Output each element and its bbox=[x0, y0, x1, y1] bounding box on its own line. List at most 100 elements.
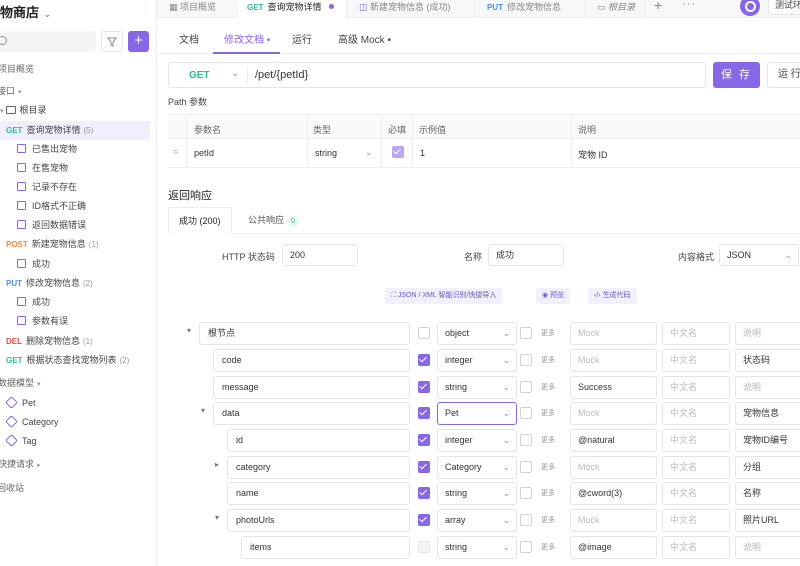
description-input[interactable]: 说明 bbox=[735, 376, 800, 399]
more-button[interactable]: 更多 bbox=[541, 355, 555, 365]
sidebar-item-put-pet[interactable]: PUT 修改宠物信息 (2) bbox=[0, 274, 93, 293]
required-checkbox[interactable] bbox=[392, 146, 404, 158]
content-format-select[interactable]: JSON ⌄ bbox=[719, 244, 799, 266]
description-input[interactable]: 状态码 bbox=[735, 349, 800, 372]
description-input[interactable]: 照片URL bbox=[735, 509, 800, 532]
more-button[interactable]: 更多 bbox=[541, 435, 555, 445]
chinese-name-input[interactable]: 中文名 bbox=[662, 456, 730, 479]
field-type-select[interactable]: integer ⌄ bbox=[437, 429, 517, 452]
mock-input[interactable]: @cword(3) bbox=[570, 482, 657, 505]
generate-code-button[interactable]: ‹/› 生成代码 bbox=[588, 288, 637, 304]
description-input[interactable]: 名称 bbox=[735, 482, 800, 505]
status-code-input[interactable]: 200 bbox=[282, 244, 358, 266]
sidebar-case-available[interactable]: 在售宠物 bbox=[0, 159, 68, 178]
more-tabs-button[interactable]: ··· bbox=[682, 0, 696, 10]
sidebar-case-bad-id[interactable]: ID格式不正确 bbox=[0, 197, 86, 216]
sidebar-case-put-invalid[interactable]: 参数有误 bbox=[0, 312, 68, 331]
required-checkbox[interactable] bbox=[418, 381, 430, 393]
tab-put-pet[interactable]: PUT 修改宠物信息 bbox=[475, 0, 585, 18]
sidebar-case-bad-data[interactable]: 返回数据错误 bbox=[0, 216, 86, 235]
method-select[interactable]: GET bbox=[189, 70, 210, 81]
chinese-name-input[interactable]: 中文名 bbox=[662, 402, 730, 425]
description-input[interactable]: 说明 bbox=[735, 322, 800, 345]
tab-response-200[interactable]: 成功 (200) bbox=[168, 207, 232, 234]
sidebar-model-pet[interactable]: Pet bbox=[0, 394, 36, 413]
tab-overview[interactable]: ▦ 项目概览 bbox=[157, 0, 237, 18]
mock-input[interactable]: Mock bbox=[570, 349, 657, 372]
search-input[interactable] bbox=[0, 31, 96, 52]
sidebar-item-get-pet[interactable]: GET 查询宠物详情 (5) bbox=[0, 121, 150, 140]
required-checkbox[interactable] bbox=[418, 541, 430, 553]
required-checkbox[interactable] bbox=[418, 461, 430, 473]
chinese-name-input[interactable]: 中文名 bbox=[662, 509, 730, 532]
drag-handle-icon[interactable]: ≡ bbox=[173, 147, 178, 157]
tab-root-folder[interactable]: ▭ 根目录 bbox=[585, 0, 645, 18]
tab-post-pet[interactable]: ◫ 新建宠物信息 (成功) bbox=[347, 0, 475, 18]
mock-input[interactable]: Mock bbox=[570, 322, 657, 345]
required-checkbox[interactable] bbox=[418, 514, 430, 526]
mock-input[interactable]: Success bbox=[570, 376, 657, 399]
subtab-advanced-mock[interactable]: 高级 Mock • bbox=[338, 31, 391, 46]
smart-import-button[interactable]: ⛶ JSON / XML 智能识别/快捷导入 bbox=[385, 288, 503, 304]
sidebar-item-trash[interactable]: 回收站 bbox=[0, 479, 24, 498]
field-type-select[interactable]: string ⌄ bbox=[437, 376, 517, 399]
field-name-input[interactable]: name bbox=[227, 482, 410, 505]
param-type-select[interactable]: string bbox=[315, 148, 337, 158]
filter-button[interactable] bbox=[101, 31, 123, 52]
field-name-input[interactable]: 根节点 bbox=[199, 322, 410, 345]
field-type-select[interactable]: Pet ⌄ bbox=[437, 402, 517, 425]
environment-select[interactable]: 测试环 bbox=[768, 0, 800, 15]
more-button[interactable]: 更多 bbox=[541, 488, 555, 498]
description-input[interactable]: 说明 bbox=[735, 536, 800, 559]
field-type-select[interactable]: Category ⌄ bbox=[437, 456, 517, 479]
run-button[interactable]: 运 行 bbox=[767, 62, 800, 88]
sidebar-folder-root[interactable]: ▾ 根目录 bbox=[0, 101, 47, 120]
nullable-checkbox[interactable] bbox=[520, 461, 532, 473]
project-title[interactable]: 物商店 ⌄ bbox=[0, 2, 51, 21]
nullable-checkbox[interactable] bbox=[520, 381, 532, 393]
nullable-checkbox[interactable] bbox=[520, 434, 532, 446]
required-checkbox[interactable] bbox=[418, 434, 430, 446]
more-button[interactable]: 更多 bbox=[541, 542, 555, 552]
chinese-name-input[interactable]: 中文名 bbox=[662, 322, 730, 345]
subtab-edit-doc[interactable]: 修改文档 • bbox=[224, 31, 270, 46]
sidebar-item-post-pet[interactable]: POST 新建宠物信息 (1) bbox=[0, 235, 99, 254]
description-input[interactable]: 分组 bbox=[735, 456, 800, 479]
field-name-input[interactable]: items bbox=[241, 536, 410, 559]
nullable-checkbox[interactable] bbox=[520, 541, 532, 553]
mock-input[interactable]: @image bbox=[570, 536, 657, 559]
required-checkbox[interactable] bbox=[418, 327, 430, 339]
collapse-caret-icon[interactable]: ▾ bbox=[215, 513, 219, 522]
mock-input[interactable]: Mock bbox=[570, 456, 657, 479]
more-button[interactable]: 更多 bbox=[541, 515, 555, 525]
field-type-select[interactable]: integer ⌄ bbox=[437, 349, 517, 372]
sidebar-item-del-pet[interactable]: DEL 删除宠物信息 (1) bbox=[0, 332, 93, 351]
required-checkbox[interactable] bbox=[418, 354, 430, 366]
subtab-run[interactable]: 运行 bbox=[292, 31, 312, 46]
sidebar-case-sold[interactable]: 已售出宠物 bbox=[0, 140, 77, 159]
more-button[interactable]: 更多 bbox=[541, 328, 555, 338]
tab-get-pet[interactable]: GET 查询宠物详情 bbox=[237, 0, 347, 18]
description-input[interactable]: 宠物信息 bbox=[735, 402, 800, 425]
sidebar-case-post-success[interactable]: 成功 bbox=[0, 255, 50, 274]
add-button[interactable]: + bbox=[128, 31, 149, 52]
field-name-input[interactable]: photoUrls bbox=[227, 509, 410, 532]
nullable-checkbox[interactable] bbox=[520, 407, 532, 419]
path-input[interactable]: /pet/{petId} bbox=[255, 69, 308, 81]
sidebar-model-tag[interactable]: Tag bbox=[0, 432, 37, 451]
sidebar-case-not-found[interactable]: 记录不存在 bbox=[0, 178, 77, 197]
nullable-checkbox[interactable] bbox=[520, 354, 532, 366]
field-type-select[interactable]: object ⌄ bbox=[437, 322, 517, 345]
chinese-name-input[interactable]: 中文名 bbox=[662, 376, 730, 399]
sidebar-item-overview[interactable]: 项目概览 bbox=[0, 60, 34, 79]
tab-common-response[interactable]: 公共响应 0 bbox=[238, 207, 309, 234]
field-name-input[interactable]: data bbox=[213, 402, 410, 425]
required-checkbox[interactable] bbox=[418, 487, 430, 499]
more-button[interactable]: 更多 bbox=[541, 408, 555, 418]
preview-button[interactable]: ◉ 预览 bbox=[536, 288, 571, 304]
param-description[interactable]: 宠物 ID bbox=[578, 148, 608, 161]
sidebar-item-get-by-status[interactable]: GET 根据状态查找宠物列表 (2) bbox=[0, 351, 129, 370]
field-type-select[interactable]: string ⌄ bbox=[437, 536, 517, 559]
sidebar-group-quick[interactable]: 快捷请求 ▸ bbox=[0, 455, 41, 474]
sidebar-group-models[interactable]: 数据模型 ▾ bbox=[0, 374, 41, 393]
